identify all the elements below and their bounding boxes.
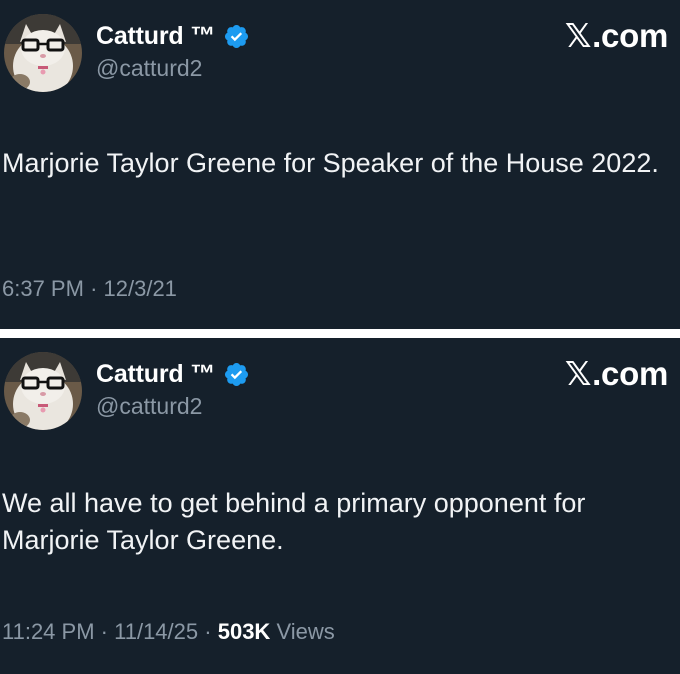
views-count[interactable]: 503K <box>218 619 271 644</box>
brand-watermark: 𝕏 .com <box>565 354 668 393</box>
tweet-card[interactable]: Catturd ™ @catturd2 𝕏 .com Marjorie Taylo… <box>0 0 680 329</box>
tweet-text: We all have to get behind a primary oppo… <box>2 488 586 555</box>
verified-badge-icon <box>225 24 249 48</box>
meta-separator: · <box>100 619 108 644</box>
tweet-meta: 11:24 PM · 11/14/25 · 503K Views <box>2 619 335 645</box>
tweet-meta: 6:37 PM · 12/3/21 <box>2 276 177 302</box>
author-handle[interactable]: @catturd2 <box>96 393 202 420</box>
avatar[interactable] <box>4 352 82 430</box>
x-logo-icon: 𝕏 <box>564 354 592 393</box>
author-row: Catturd ™ <box>96 358 250 390</box>
meta-separator: · <box>204 619 212 644</box>
tweet-time[interactable]: 6:37 PM <box>2 276 84 301</box>
brand-watermark: 𝕏 .com <box>565 16 668 55</box>
meta-separator: · <box>90 276 98 301</box>
verified-badge-icon <box>225 362 249 386</box>
author-name[interactable]: Catturd ™ <box>96 360 215 389</box>
author-row: Catturd ™ <box>96 20 250 52</box>
tweet-card[interactable]: Catturd ™ @catturd2 𝕏 .com We all have to… <box>0 338 680 674</box>
views-label[interactable]: Views <box>276 619 334 644</box>
brand-suffix: .com <box>592 16 668 54</box>
x-logo-icon: 𝕏 <box>564 16 592 55</box>
tweet-date[interactable]: 11/14/25 <box>114 619 198 644</box>
tweet-time[interactable]: 11:24 PM <box>2 619 95 644</box>
tweet-date[interactable]: 12/3/21 <box>104 276 177 301</box>
author-handle[interactable]: @catturd2 <box>96 55 202 82</box>
author-name[interactable]: Catturd ™ <box>96 22 215 51</box>
avatar[interactable] <box>4 14 82 92</box>
tweet-text: Marjorie Taylor Greene for Speaker of th… <box>2 148 659 178</box>
brand-suffix: .com <box>592 354 668 392</box>
